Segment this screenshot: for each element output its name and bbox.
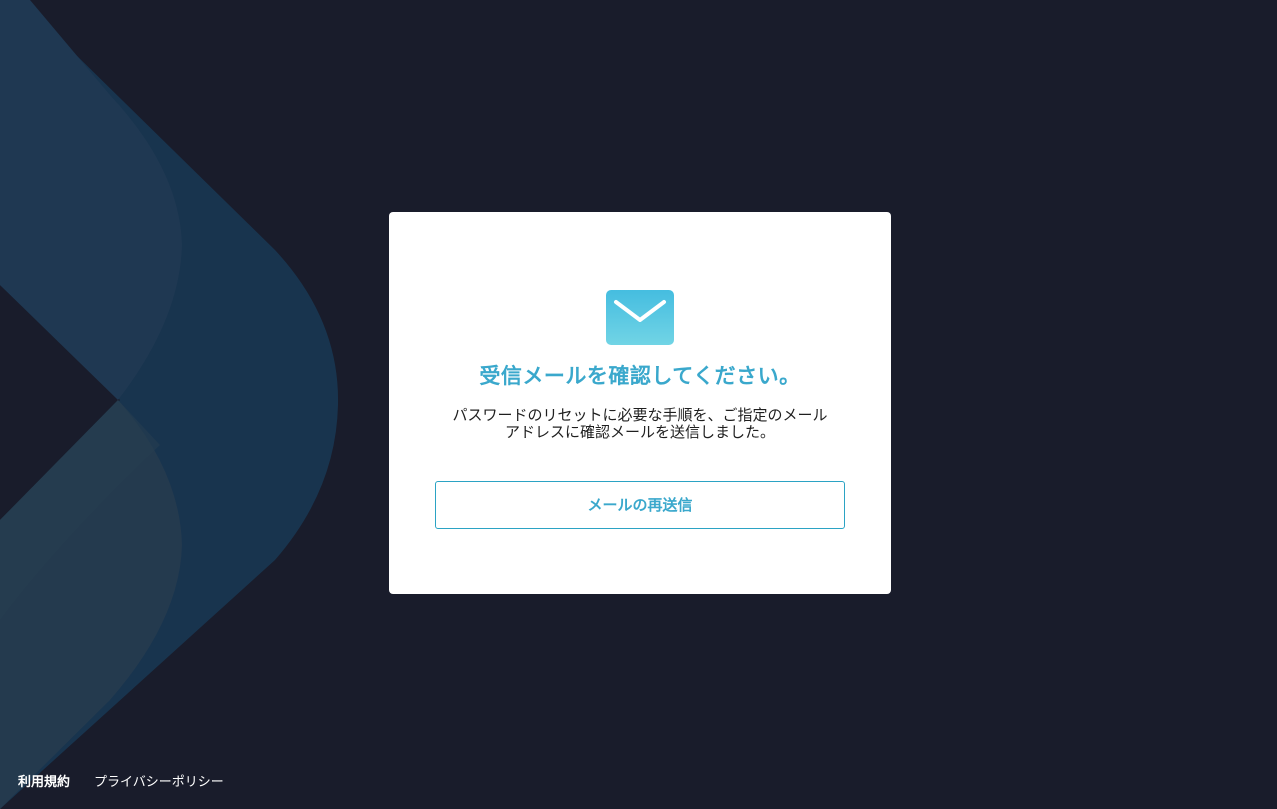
privacy-policy-link[interactable]: プライバシーポリシー [94, 771, 224, 790]
reset-confirmation-page: 受信メールを確認してください。 パスワードのリセットに必要な手順を、ご指定のメー… [0, 0, 1277, 809]
message-line-2: アドレスに確認メールを送信しました。 [504, 423, 775, 441]
mail-icon [606, 290, 674, 345]
resend-email-button[interactable]: メールの再送信 [435, 481, 845, 529]
terms-link[interactable]: 利用規約 [18, 771, 70, 790]
confirmation-card: 受信メールを確認してください。 パスワードのリセットに必要な手順を、ご指定のメー… [389, 212, 891, 594]
page-title: 受信メールを確認してください。 [479, 364, 801, 388]
message-line-1: パスワードのリセットに必要な手順を、ご指定のメール [452, 406, 828, 424]
footer-links: 利用規約 プライバシーポリシー [18, 771, 224, 790]
instruction-message: パスワードのリセットに必要な手順を、ご指定のメール アドレスに確認メールを送信し… [425, 407, 855, 441]
